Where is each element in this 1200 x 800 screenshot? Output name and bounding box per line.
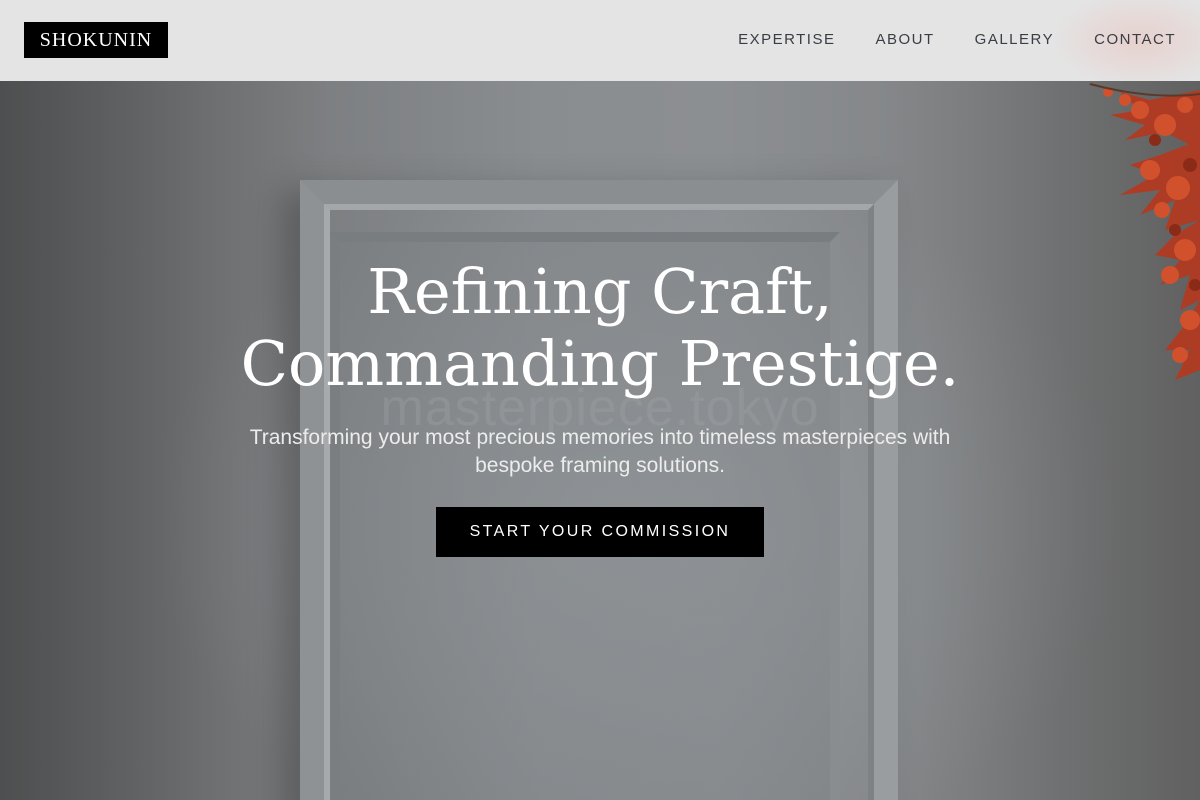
nav-contact-link[interactable]: CONTACT (1094, 30, 1176, 50)
main-navigation: EXPERTISE ABOUT GALLERY CONTACT (738, 30, 1176, 50)
brand-logo[interactable]: SHOKUNIN (24, 22, 168, 58)
hero-title-line-2: Commanding Prestige. (240, 327, 960, 400)
hero-subtitle-line-1: Transforming your most precious memories… (249, 426, 951, 449)
start-commission-button[interactable]: START YOUR COMMISSION (436, 507, 764, 557)
hero-title: Refining Craft, Commanding Prestige. (0, 256, 1200, 400)
nav-about-link[interactable]: ABOUT (875, 30, 934, 50)
nav-gallery-link[interactable]: GALLERY (975, 30, 1054, 50)
hero-title-line-1: Refining Craft, (367, 255, 833, 328)
hero-subtitle: Transforming your most precious memories… (190, 424, 1010, 480)
nav-expertise-link[interactable]: EXPERTISE (738, 30, 835, 50)
site-header: SHOKUNIN EXPERTISE ABOUT GALLERY CONTACT (0, 0, 1200, 81)
landing-page: masterpiece.tokyo SHOKUNIN EXPERTISE ABO… (0, 0, 1200, 800)
hero-subtitle-line-2: bespoke framing solutions. (475, 454, 725, 477)
